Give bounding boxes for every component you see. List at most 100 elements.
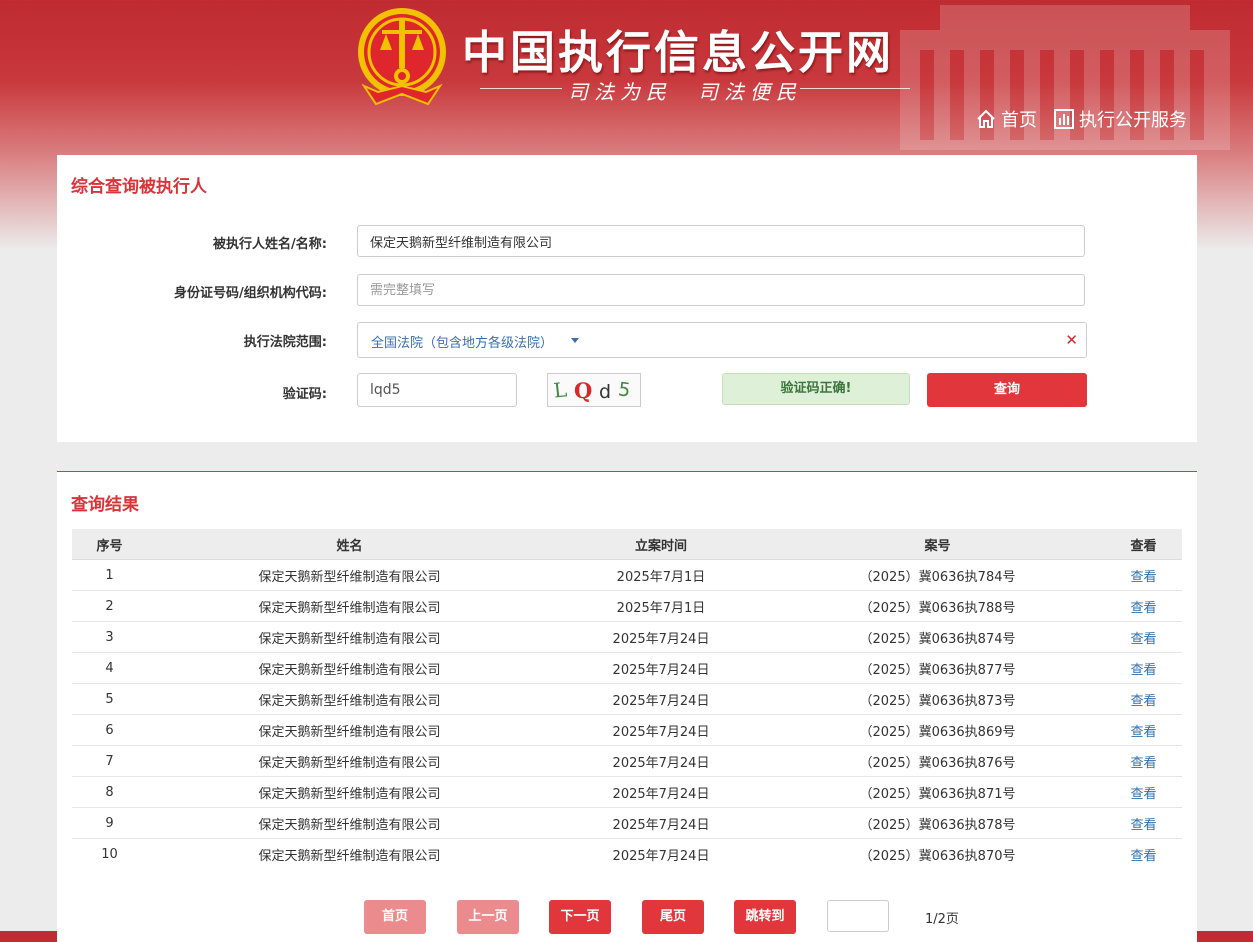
row-name: 保定天鹅新型纤维制造有限公司 <box>147 683 552 715</box>
view-link[interactable]: 查看 <box>1130 663 1156 678</box>
column-header-view: 查看 <box>1105 529 1182 560</box>
row-name: 保定天鹅新型纤维制造有限公司 <box>147 652 552 684</box>
row-date: 2025年7月24日 <box>552 745 770 777</box>
view-link[interactable]: 查看 <box>1130 632 1156 647</box>
row-case-no: （2025）冀0636执871号 <box>770 776 1105 808</box>
first-page-button[interactable]: 首页 <box>364 900 426 934</box>
view-link[interactable]: 查看 <box>1130 787 1156 802</box>
search-panel: 综合查询被执行人 被执行人姓名/名称: 身份证号码/组织机构代码: 执行法院范围… <box>57 155 1197 442</box>
court-select[interactable]: 全国法院（包含地方各级法院） ✕ <box>357 322 1087 358</box>
page-number-input[interactable] <box>827 900 889 932</box>
row-case-no: （2025）冀0636执788号 <box>770 590 1105 622</box>
table-row: 8 保定天鹅新型纤维制造有限公司 2025年7月24日 （2025）冀0636执… <box>72 776 1182 808</box>
site-slogan: 司法为民 司法便民 <box>568 80 802 104</box>
row-name: 保定天鹅新型纤维制造有限公司 <box>147 776 552 808</box>
id-label: 身份证号码/组织机构代码: <box>174 286 327 301</box>
nav-home[interactable]: 首页 <box>975 106 1037 132</box>
search-button[interactable]: 查询 <box>927 373 1087 407</box>
row-index: 2 <box>72 590 147 622</box>
column-header-index: 序号 <box>72 529 147 560</box>
svg-text:5: 5 <box>617 378 632 401</box>
table-row: 10 保定天鹅新型纤维制造有限公司 2025年7月24日 （2025）冀0636… <box>72 839 1182 870</box>
table-header-row: 序号 姓名 立案时间 案号 查看 <box>72 529 1182 560</box>
view-link[interactable]: 查看 <box>1130 756 1156 771</box>
name-label: 被执行人姓名/名称: <box>213 237 327 252</box>
row-date: 2025年7月24日 <box>552 652 770 684</box>
view-link[interactable]: 查看 <box>1130 601 1156 616</box>
site-title: 中国执行信息公开网 <box>462 26 895 79</box>
row-index: 6 <box>72 714 147 746</box>
nav-execution-services[interactable]: 执行公开服务 <box>1053 106 1187 132</box>
row-case-no: （2025）冀0636执876号 <box>770 745 1105 777</box>
row-case-no: （2025）冀0636执878号 <box>770 807 1105 839</box>
table-row: 9 保定天鹅新型纤维制造有限公司 2025年7月24日 （2025）冀0636执… <box>72 807 1182 839</box>
row-name: 保定天鹅新型纤维制造有限公司 <box>147 714 552 746</box>
row-date: 2025年7月24日 <box>552 776 770 808</box>
row-date: 2025年7月1日 <box>552 590 770 622</box>
court-select-value: 全国法院（包含地方各级法院） <box>371 336 554 351</box>
column-header-name: 姓名 <box>147 529 552 560</box>
row-date: 2025年7月24日 <box>552 683 770 715</box>
row-name: 保定天鹅新型纤维制造有限公司 <box>147 559 552 591</box>
id-input[interactable] <box>357 274 1085 306</box>
slogan-divider-right <box>800 88 910 89</box>
table-row: 6 保定天鹅新型纤维制造有限公司 2025年7月24日 （2025）冀0636执… <box>72 714 1182 746</box>
captcha-status: 验证码正确! <box>722 373 910 405</box>
next-page-button[interactable]: 下一页 <box>549 900 611 934</box>
court-label: 执行法院范围: <box>243 335 327 350</box>
table-row: 2 保定天鹅新型纤维制造有限公司 2025年7月1日 （2025）冀0636执7… <box>72 590 1182 622</box>
table-row: 4 保定天鹅新型纤维制造有限公司 2025年7月24日 （2025）冀0636执… <box>72 652 1182 684</box>
row-name: 保定天鹅新型纤维制造有限公司 <box>147 590 552 622</box>
clear-icon[interactable]: ✕ <box>1065 333 1078 348</box>
row-date: 2025年7月24日 <box>552 621 770 653</box>
view-link[interactable]: 查看 <box>1130 694 1156 709</box>
row-case-no: （2025）冀0636执877号 <box>770 652 1105 684</box>
row-case-no: （2025）冀0636执870号 <box>859 848 1016 864</box>
name-input[interactable] <box>357 225 1085 257</box>
row-name: 保定天鹅新型纤维制造有限公司 <box>147 621 552 653</box>
court-emblem-logo <box>358 8 446 106</box>
svg-text:d: d <box>599 381 611 403</box>
row-case-no: （2025）冀0636执869号 <box>770 714 1105 746</box>
svg-text:Q: Q <box>574 378 592 403</box>
row-index: 3 <box>72 621 147 653</box>
row-date: 2025年7月1日 <box>552 559 770 591</box>
row-index: 7 <box>72 745 147 777</box>
view-link[interactable]: 查看 <box>1130 818 1156 833</box>
view-link[interactable]: 查看 <box>1130 570 1156 585</box>
row-date: 2025年7月24日 <box>552 714 770 746</box>
pagination: 首页 上一页 下一页 尾页 跳转到 1/2页 <box>57 900 1197 934</box>
column-header-case-no: 案号 <box>770 529 1105 560</box>
captcha-input[interactable] <box>357 373 517 407</box>
slogan-row: 司法为民 司法便民 <box>480 76 910 104</box>
slogan-divider-left <box>480 88 562 89</box>
nav-execution-services-label: 执行公开服务 <box>1079 110 1187 131</box>
table-row: 3 保定天鹅新型纤维制造有限公司 2025年7月24日 （2025）冀0636执… <box>72 621 1182 653</box>
results-panel-title: 查询结果 <box>71 495 139 515</box>
results-panel: 查询结果 序号 姓名 立案时间 案号 查看 1 保定天鹅新型纤维制造有限公司 2… <box>57 471 1197 942</box>
search-panel-title: 综合查询被执行人 <box>71 177 207 197</box>
site-header: 中国执行信息公开网 司法为民 司法便民 首页 执行公开服务 <box>0 0 1253 150</box>
bar-chart-icon <box>1054 109 1074 129</box>
row-index: 8 <box>72 776 147 808</box>
captcha-label: 验证码: <box>282 387 327 402</box>
row-case-no: （2025）冀0636执784号 <box>770 559 1105 591</box>
last-page-button[interactable]: 尾页 <box>642 900 704 934</box>
captcha-image[interactable]: L Q d 5 <box>547 373 641 407</box>
table-row: 7 保定天鹅新型纤维制造有限公司 2025年7月24日 （2025）冀0636执… <box>72 745 1182 777</box>
row-case-no: （2025）冀0636执873号 <box>770 683 1105 715</box>
row-date: 2025年7月24日 <box>552 807 770 839</box>
jump-to-button[interactable]: 跳转到 <box>734 900 796 934</box>
home-icon <box>977 109 995 128</box>
prev-page-button[interactable]: 上一页 <box>457 900 519 934</box>
row-index: 1 <box>72 559 147 591</box>
row-name: 保定天鹅新型纤维制造有限公司 <box>147 807 552 839</box>
top-nav: 首页 执行公开服务 <box>975 106 1203 132</box>
svg-text:L: L <box>552 377 568 402</box>
results-table: 序号 姓名 立案时间 案号 查看 1 保定天鹅新型纤维制造有限公司 2025年7… <box>72 529 1182 869</box>
row-index: 5 <box>72 683 147 715</box>
nav-home-label: 首页 <box>1001 110 1037 131</box>
view-link[interactable]: 查看 <box>1130 725 1156 740</box>
view-link[interactable]: 查看 <box>1130 849 1156 864</box>
row-index: 10 <box>101 846 118 862</box>
